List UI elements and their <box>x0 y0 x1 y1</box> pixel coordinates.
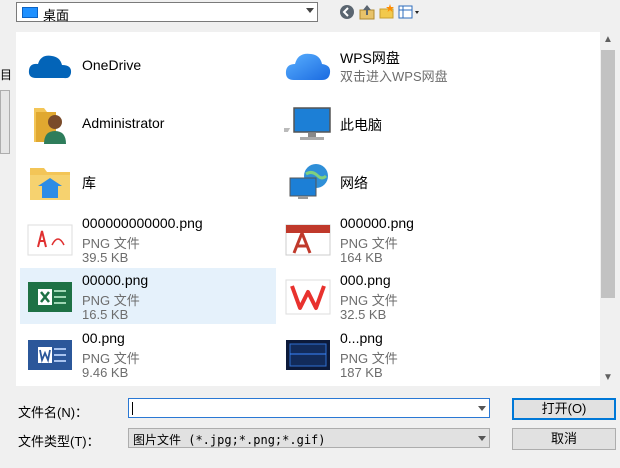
wps-logo-thumbnail-icon <box>285 279 331 315</box>
item-size: 32.5 KB <box>340 307 387 322</box>
item-name: 库 <box>82 175 96 191</box>
item-name: 000000.png <box>340 215 414 231</box>
item-name: 00000.png <box>82 272 149 288</box>
chevron-down-icon <box>478 436 486 441</box>
item-name: 0...png <box>340 330 383 346</box>
item-name: 000000000000.png <box>82 215 203 231</box>
list-item[interactable]: OneDrive <box>20 40 276 92</box>
look-in-combo[interactable]: 桌面 <box>16 2 318 23</box>
pdf-thumbnail-icon <box>27 224 73 256</box>
item-size: 16.5 KB <box>82 307 129 322</box>
look-in-value: 桌面 <box>43 8 70 23</box>
file-list-view[interactable]: OneDrive WPS网盘 双击进入WPS网盘 Administrator 此… <box>16 32 600 386</box>
list-item[interactable]: 000000.png PNG 文件 164 KB <box>278 213 534 265</box>
chevron-down-icon <box>306 8 314 13</box>
item-size: 9.46 KB <box>82 365 129 380</box>
list-item[interactable]: 此电脑 <box>278 98 534 150</box>
desktop-folder-icon <box>22 7 38 18</box>
left-partial-label: 目 <box>0 68 13 82</box>
item-size: 187 KB <box>340 365 383 380</box>
toolbar: 桌面 <box>0 0 620 26</box>
open-button[interactable]: 打开(O) <box>512 398 616 420</box>
list-item-selected[interactable]: 00000.png PNG 文件 16.5 KB <box>20 268 276 324</box>
chevron-down-icon[interactable] <box>478 406 486 411</box>
item-name: 000.png <box>340 272 391 288</box>
item-name: 网络 <box>340 175 368 191</box>
list-item[interactable]: WPS网盘 双击进入WPS网盘 <box>278 40 534 92</box>
list-item[interactable]: 000000000000.png PNG 文件 39.5 KB <box>20 213 276 265</box>
list-item[interactable]: 000.png PNG 文件 32.5 KB <box>278 268 534 324</box>
item-name: WPS网盘 <box>340 50 400 66</box>
item-name: 00.png <box>82 330 125 346</box>
list-item[interactable]: 网络 <box>278 156 534 208</box>
vertical-scrollbar[interactable]: ▲ ▼ <box>600 32 616 386</box>
scrollbar-thumb[interactable] <box>601 50 615 298</box>
filetype-value: 图片文件 (*.jpg;*.png;*.gif) <box>133 433 326 447</box>
list-item[interactable]: 00.png PNG 文件 9.46 KB <box>20 328 276 380</box>
library-folder-icon <box>30 168 70 200</box>
network-icon <box>289 164 328 199</box>
word-thumbnail-icon <box>28 340 72 370</box>
scroll-up-arrow-icon[interactable]: ▲ <box>600 32 616 48</box>
dark-screenshot-thumbnail-icon <box>286 340 330 370</box>
up-folder-icon[interactable] <box>358 3 376 21</box>
item-name: 此电脑 <box>340 117 382 133</box>
cancel-button[interactable]: 取消 <box>512 428 616 450</box>
left-partial-panel <box>0 90 10 154</box>
filetype-label: 文件类型(T)： <box>18 434 100 449</box>
new-folder-icon[interactable] <box>378 3 396 21</box>
item-size: 164 KB <box>340 250 383 265</box>
list-item[interactable]: 0...png PNG 文件 187 KB <box>278 328 534 380</box>
filename-label: 文件名(N)： <box>18 405 89 420</box>
view-menu-icon[interactable] <box>398 3 424 21</box>
excel-thumbnail-icon <box>28 282 72 312</box>
item-size: 39.5 KB <box>82 250 129 265</box>
onedrive-cloud-icon <box>28 55 72 79</box>
scroll-down-arrow-icon[interactable]: ▼ <box>600 370 616 386</box>
autocad-thumbnail-icon <box>285 224 331 256</box>
filename-input[interactable] <box>128 398 490 418</box>
item-name: Administrator <box>82 115 165 131</box>
item-description: 双击进入WPS网盘 <box>340 69 448 84</box>
item-name: OneDrive <box>82 57 142 73</box>
list-item[interactable]: 库 <box>20 156 276 208</box>
back-icon[interactable] <box>338 3 356 21</box>
computer-icon <box>284 107 331 140</box>
text-caret <box>132 402 133 415</box>
user-folder-icon <box>34 108 66 144</box>
filetype-select[interactable]: 图片文件 (*.jpg;*.png;*.gif) <box>128 428 490 448</box>
list-item[interactable]: Administrator <box>20 98 276 150</box>
wps-cloud-icon <box>285 53 331 80</box>
